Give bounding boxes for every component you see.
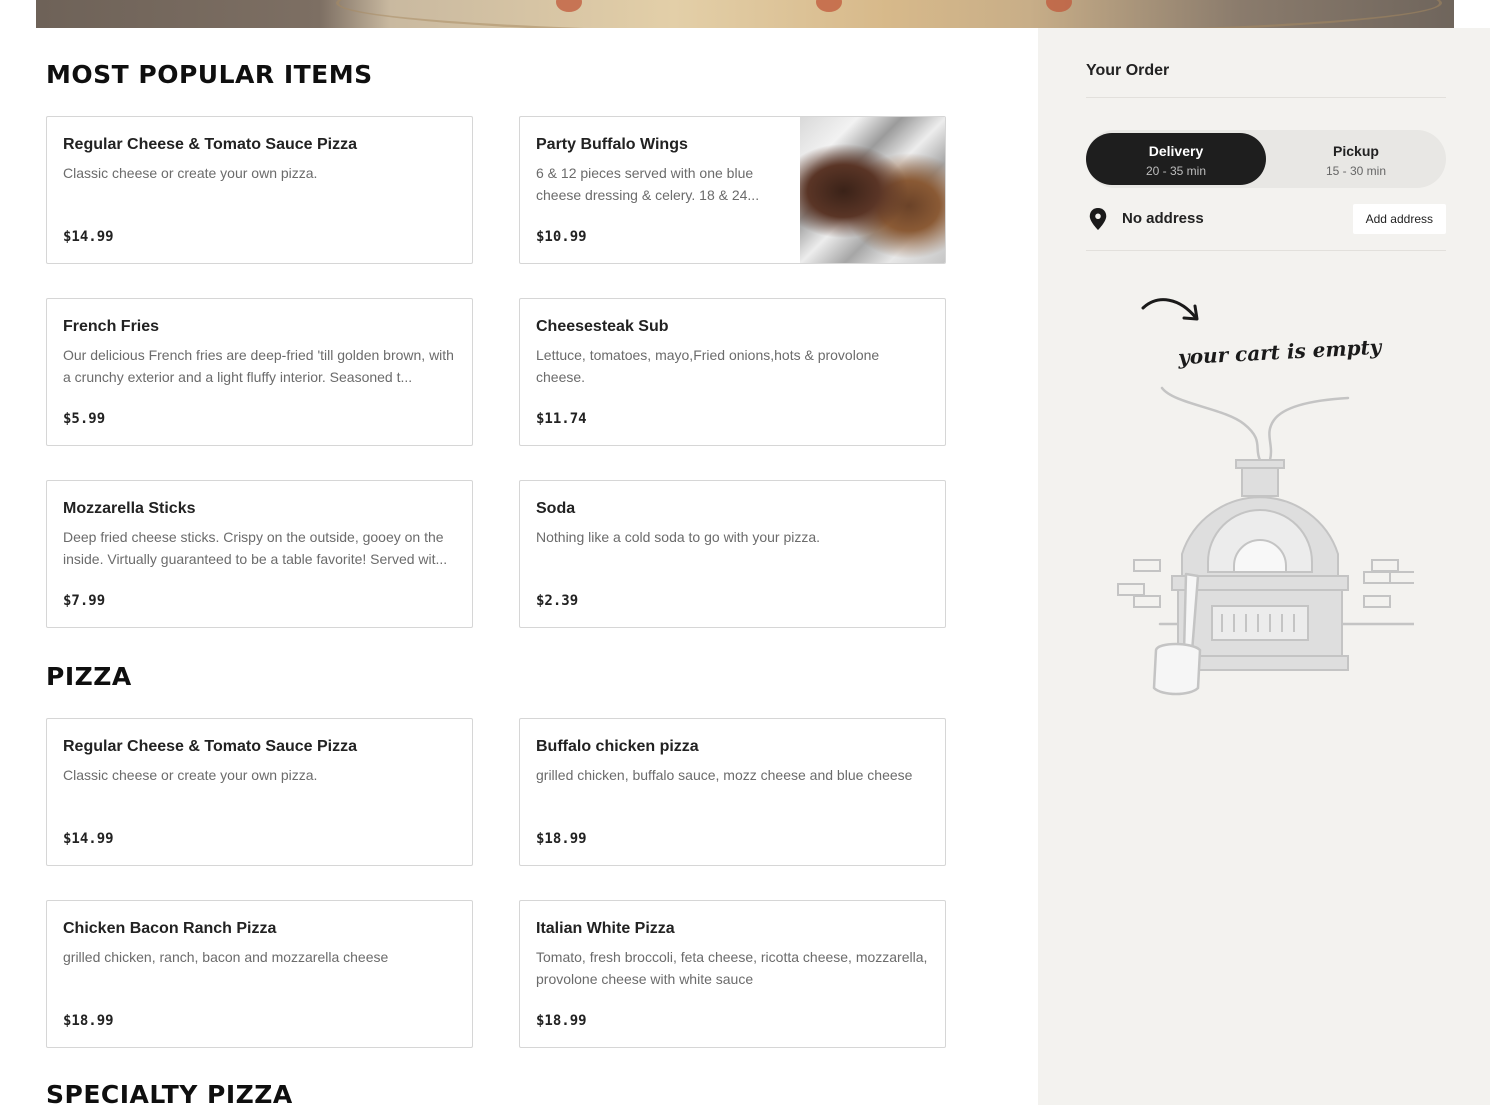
pickup-time: 15 - 30 min [1325, 164, 1387, 178]
pickup-option[interactable]: Pickup 15 - 30 min [1266, 133, 1446, 185]
item-price: $18.99 [536, 831, 587, 847]
item-price: $14.99 [63, 831, 114, 847]
delivery-label: Delivery [1148, 143, 1204, 159]
menu-item-card[interactable]: Chicken Bacon Ranch Pizza grilled chicke… [46, 900, 473, 1048]
buffalo-wings-photo [800, 117, 945, 263]
menu-item-card[interactable]: Party Buffalo Wings 6 & 12 pieces served… [519, 116, 946, 264]
section-title-most-popular: MOST POPULAR ITEMS [46, 60, 373, 89]
item-price: $7.99 [63, 593, 106, 609]
menu-item-card[interactable]: Soda Nothing like a cold soda to go with… [519, 480, 946, 628]
item-description: Our delicious French fries are deep-frie… [63, 347, 454, 385]
menu-item-card[interactable]: French Fries Our delicious French fries … [46, 298, 473, 446]
curved-arrow-icon [1141, 298, 1199, 321]
address-row: No address Add address [1086, 204, 1446, 234]
delivery-option[interactable]: Delivery 20 - 35 min [1086, 133, 1266, 185]
item-name: Italian White Pizza [536, 920, 675, 937]
item-description: Nothing like a cold soda to go with your… [536, 529, 821, 545]
restaurant-hero-image [36, 0, 1454, 28]
empty-cart-message: your cart is empty [1177, 334, 1382, 370]
divider [1086, 250, 1446, 251]
item-name: French Fries [63, 318, 160, 335]
section-title-pizza: PIZZA [46, 662, 132, 691]
order-title: Your Order [1086, 62, 1170, 79]
address-text: No address [1122, 210, 1204, 227]
delivery-time: 20 - 35 min [1145, 164, 1207, 178]
item-price: $18.99 [536, 1013, 587, 1029]
item-name: Cheesesteak Sub [536, 318, 669, 335]
item-description: grilled chicken, buffalo sauce, mozz che… [536, 767, 913, 783]
item-name: Soda [536, 500, 576, 517]
item-description: Classic cheese or create your own pizza. [63, 767, 318, 783]
item-price: $2.39 [536, 593, 579, 609]
item-price: $18.99 [63, 1013, 114, 1029]
menu-item-card[interactable]: Cheesesteak Sub Lettuce, tomatoes, mayo,… [519, 298, 946, 446]
item-description: grilled chicken, ranch, bacon and mozzar… [63, 949, 389, 965]
pizza-oven-illustration [1117, 386, 1414, 696]
menu-item-card[interactable]: Regular Cheese & Tomato Sauce Pizza Clas… [46, 116, 473, 264]
menu-item-card[interactable]: Buffalo chicken pizza grilled chicken, b… [519, 718, 946, 866]
menu-item-card[interactable]: Regular Cheese & Tomato Sauce Pizza Clas… [46, 718, 473, 866]
pickup-label: Pickup [1333, 143, 1379, 159]
divider [1086, 97, 1446, 98]
item-name: Mozzarella Sticks [63, 500, 196, 517]
add-address-button[interactable]: Add address [1352, 204, 1446, 234]
item-description: Classic cheese or create your own pizza. [63, 165, 318, 181]
item-price: $14.99 [63, 229, 114, 245]
item-name: Regular Cheese & Tomato Sauce Pizza [63, 136, 358, 153]
item-name: Chicken Bacon Ranch Pizza [63, 920, 277, 937]
item-name: Buffalo chicken pizza [536, 738, 699, 755]
item-price: $10.99 [536, 229, 587, 245]
location-pin-icon [1089, 208, 1107, 230]
item-description: Lettuce, tomatoes, mayo,Fried onions,hot… [536, 347, 880, 385]
item-name: Party Buffalo Wings [536, 136, 688, 153]
fulfillment-toggle: Delivery 20 - 35 min Pickup 15 - 30 min [1086, 130, 1446, 188]
item-price: $5.99 [63, 411, 106, 427]
item-description: 6 & 12 pieces served with one blue chees… [536, 165, 760, 203]
item-description: Tomato, fresh broccoli, feta cheese, ric… [536, 949, 928, 987]
menu-item-card[interactable]: Italian White Pizza Tomato, fresh brocco… [519, 900, 946, 1048]
item-price: $11.74 [536, 411, 587, 427]
item-name: Regular Cheese & Tomato Sauce Pizza [63, 738, 358, 755]
menu-item-card[interactable]: Mozzarella Sticks Deep fried cheese stic… [46, 480, 473, 628]
item-description: Deep fried cheese sticks. Crispy on the … [63, 529, 448, 567]
order-sidebar: Your Order Delivery 20 - 35 min Pickup 1… [1038, 28, 1490, 1105]
